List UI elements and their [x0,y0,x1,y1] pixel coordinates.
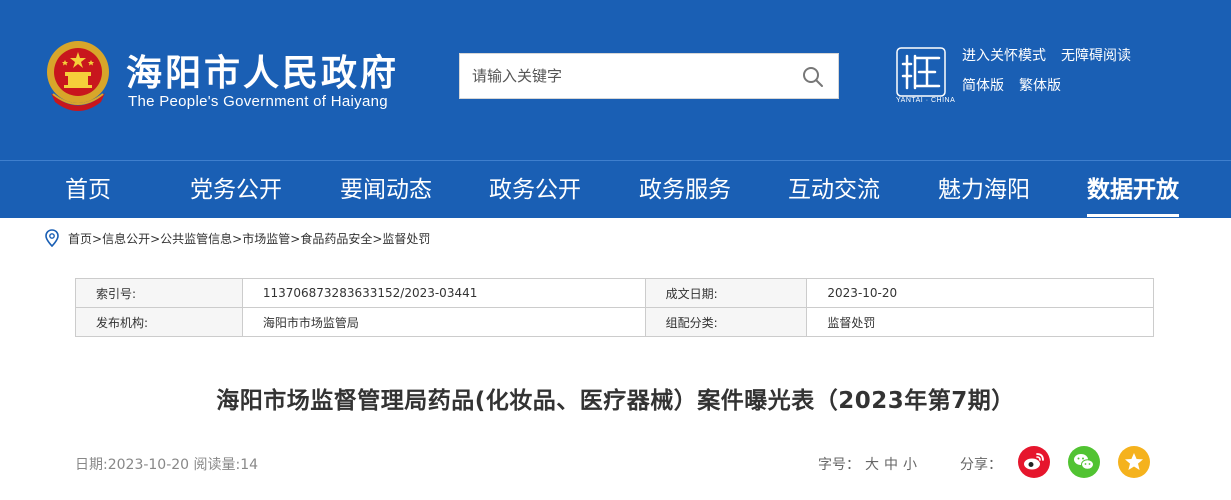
font-size-large[interactable]: 大 [865,457,879,473]
index-number-value: 113706873283633152/2023-03441 [241,278,646,308]
yantai-logo-icon [896,47,946,97]
simplified-chinese-link[interactable]: 简体版 [962,75,1004,95]
breadcrumb-separator: > [372,232,383,246]
article-title: 海阳市场监督管理局药品(化妆品、医疗器械）案件曝光表（2023年第7期） [216,388,1015,414]
location-pin-icon [45,229,59,247]
traditional-chinese-link[interactable]: 繁体版 [1019,75,1061,95]
national-emblem-icon [47,41,109,111]
table-row: 索引号: 113706873283633152/2023-03441 成文日期:… [75,278,1154,308]
category-value: 监督处罚 [806,307,1154,337]
written-date-label: 成文日期: [644,278,808,308]
breadcrumb-home[interactable]: 首页 [68,232,92,246]
breadcrumb-public-supervision[interactable]: 公共监管信息 [160,232,232,246]
category-label: 组配分类: [644,307,808,337]
issuer-value: 海阳市市场监管局 [241,307,646,337]
breadcrumb-supervision-penalty[interactable]: 监督处罚 [382,232,430,246]
breadcrumb-info-disclosure[interactable]: 信息公开 [102,232,150,246]
share-label: 分享： [960,457,1002,473]
yantai-caption: YANTAI · CHINA [896,97,956,104]
breadcrumb-market-supervision[interactable]: 市场监管 [242,232,290,246]
index-number-label: 索引号: [75,278,243,308]
breadcrumb-separator: > [290,232,301,246]
document-meta-table: 索引号: 113706873283633152/2023-03441 成文日期:… [75,278,1154,337]
written-date-value: 2023-10-20 [806,278,1154,308]
breadcrumb-separator: > [92,232,103,246]
nav-item-home[interactable]: 首页 [65,161,111,219]
nav-item-interaction[interactable]: 互动交流 [788,161,880,219]
care-mode-link[interactable]: 进入关怀模式 [962,45,1046,65]
nav-item-gov-affairs[interactable]: 政务公开 [489,161,581,219]
star-icon [1125,453,1143,470]
main-nav: 首页 党务公开 要闻动态 政务公开 政务服务 互动交流 魅力海阳 数据开放 [0,160,1231,218]
nav-item-news[interactable]: 要闻动态 [340,161,432,219]
article-date-views: 日期:2023-10-20 阅读量:14 [75,457,259,473]
accessible-reading-link[interactable]: 无障碍阅读 [1061,45,1131,65]
weibo-icon [1024,453,1044,470]
breadcrumb: 首页>信息公开>公共监管信息>市场监管>食品药品安全>监督处罚 [68,230,430,247]
issuer-label: 发布机构: [75,307,243,337]
wechat-share-button[interactable] [1068,446,1100,478]
weibo-share-button[interactable] [1018,446,1050,478]
font-size-label: 字号： [818,457,860,473]
nav-item-gov-services[interactable]: 政务服务 [639,161,731,219]
search-box [459,53,839,99]
font-size-medium[interactable]: 中 [884,457,898,473]
site-title[interactable]: 海阳市人民政府 [126,44,399,96]
font-size-small[interactable]: 小 [903,457,917,473]
nav-item-charm-haiyang[interactable]: 魅力海阳 [938,161,1030,219]
favorite-share-button[interactable] [1118,446,1150,478]
site-header: 海阳市人民政府 The People's Government of Haiya… [0,0,1231,160]
breadcrumb-separator: > [232,232,243,246]
search-icon[interactable] [802,66,824,88]
font-size-control: 字号： 大中小 [818,454,917,474]
table-row: 发布机构: 海阳市市场监管局 组配分类: 监督处罚 [75,307,1154,337]
search-input[interactable] [460,54,790,98]
nav-item-party-affairs[interactable]: 党务公开 [190,161,282,219]
site-subtitle: The People's Government of Haiyang [128,93,388,110]
wechat-icon [1074,454,1094,470]
breadcrumb-food-drug-safety[interactable]: 食品药品安全 [300,232,372,246]
breadcrumb-separator: > [150,232,161,246]
nav-item-open-data[interactable]: 数据开放 [1087,161,1179,217]
